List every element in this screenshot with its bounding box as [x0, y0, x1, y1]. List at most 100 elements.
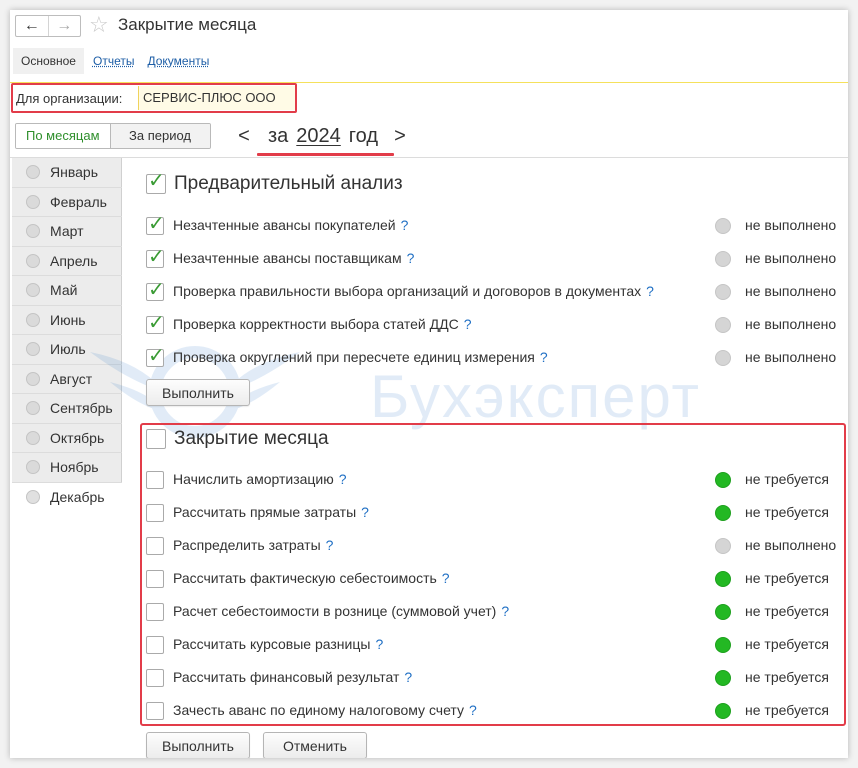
item-label[interactable]: Зачесть аванс по единому налоговому счет… [173, 702, 477, 718]
item-checkbox[interactable]: ✓ [146, 213, 165, 235]
help-icon[interactable]: ? [326, 537, 334, 553]
item-label[interactable]: Рассчитать прямые затраты? [173, 504, 369, 520]
organization-label: Для организации: [16, 91, 123, 106]
main-content: ✓ Предварительный анализ ✓ Незачтенные а… [122, 158, 848, 758]
item-label[interactable]: Незачтенные авансы покупателей? [173, 217, 408, 233]
help-icon[interactable]: ? [375, 636, 383, 652]
month-label: Февраль [50, 193, 107, 210]
month-item[interactable]: Август [12, 365, 122, 394]
item-checkbox[interactable] [146, 702, 164, 720]
item-checkbox[interactable]: ✓ [146, 246, 165, 268]
checkmark-icon: ✓ [148, 170, 165, 192]
run-preliminary-button[interactable]: Выполнить [146, 379, 250, 406]
month-item[interactable]: Май [12, 276, 122, 306]
tab-main[interactable]: Основное [13, 48, 84, 74]
item-label[interactable]: Рассчитать курсовые разницы? [173, 636, 383, 652]
status-dot-icon [715, 218, 731, 234]
status-dot-icon [715, 251, 731, 267]
mode-monthly-button[interactable]: По месяцам [16, 124, 110, 148]
status-dot-icon [715, 284, 731, 300]
tab-reports[interactable]: Отчеты [84, 48, 138, 74]
month-item[interactable]: Сентябрь [12, 394, 122, 424]
radio-icon [26, 430, 40, 445]
month-label: Октябрь [50, 429, 105, 446]
organization-input[interactable]: СЕРВИС-ПЛЮС ООО [138, 86, 295, 110]
item-label[interactable]: Рассчитать фактическую себестоимость? [173, 570, 450, 586]
item-checkbox[interactable] [146, 537, 164, 555]
item-label[interactable]: Распределить затраты? [173, 537, 333, 553]
cancel-closing-button[interactable]: Отменить [263, 732, 367, 758]
item-checkbox[interactable] [146, 570, 164, 588]
radio-icon [26, 253, 40, 268]
checkmark-icon: ✓ [148, 246, 165, 268]
history-nav: ← → [15, 15, 81, 37]
months-list: Январь Февраль Март Апрель Май Июнь Июль… [12, 158, 122, 738]
item-label[interactable]: Начислить амортизацию? [173, 471, 347, 487]
item-status: не выполнено [745, 537, 837, 553]
item-checkbox[interactable] [146, 603, 164, 621]
item-status: не требуется [745, 702, 829, 718]
radio-icon [26, 165, 40, 180]
help-icon[interactable]: ? [407, 250, 415, 266]
item-label[interactable]: Проверка корректности выбора статей ДДС? [173, 316, 471, 332]
month-item-selected[interactable]: Декабрь [12, 482, 122, 512]
forward-arrow-icon[interactable]: → [47, 16, 81, 36]
status-dot-icon [715, 472, 731, 488]
help-icon[interactable]: ? [339, 471, 347, 487]
month-item[interactable]: Июнь [12, 306, 122, 335]
item-status: не требуется [745, 603, 829, 619]
run-closing-button[interactable]: Выполнить [146, 732, 250, 758]
chevron-left-icon[interactable]: < [234, 125, 254, 148]
month-item[interactable]: Ноябрь [12, 453, 122, 483]
item-label[interactable]: Рассчитать финансовый результат? [173, 669, 412, 685]
status-dot-icon [715, 317, 731, 333]
item-label[interactable]: Незачтенные авансы поставщикам? [173, 250, 414, 266]
help-icon[interactable]: ? [501, 603, 509, 619]
month-item[interactable]: Январь [12, 158, 122, 188]
item-label[interactable]: Расчет себестоимости в рознице (суммовой… [173, 603, 509, 619]
item-checkbox[interactable] [146, 471, 164, 489]
month-item[interactable]: Июль [12, 335, 122, 365]
item-checkbox[interactable] [146, 669, 164, 687]
help-icon[interactable]: ? [442, 570, 450, 586]
item-status: не требуется [745, 471, 829, 487]
help-icon[interactable]: ? [401, 217, 409, 233]
radio-icon [26, 371, 40, 386]
favorite-star-icon[interactable]: ☆ [89, 13, 109, 37]
checkmark-icon: ✓ [148, 345, 165, 367]
month-item[interactable]: Февраль [12, 188, 122, 217]
item-status: не требуется [745, 504, 829, 520]
month-label: Январь [50, 164, 98, 181]
mode-range-button[interactable]: За период [109, 124, 210, 148]
year-value[interactable]: 2024 [292, 125, 345, 148]
tab-documents[interactable]: Документы [138, 48, 213, 74]
radio-icon [26, 312, 40, 327]
tab-bar: Основное Отчеты Документы [10, 46, 848, 76]
back-arrow-icon[interactable]: ← [16, 16, 48, 36]
item-label[interactable]: Проверка округлений при пересчете единиц… [173, 349, 548, 365]
help-icon[interactable]: ? [464, 316, 472, 332]
organization-field: Для организации: СЕРВИС-ПЛЮС ООО [11, 83, 297, 113]
chevron-right-icon[interactable]: > [390, 125, 410, 148]
status-dot-icon [715, 505, 731, 521]
help-icon[interactable]: ? [404, 669, 412, 685]
item-checkbox[interactable] [146, 636, 164, 654]
item-checkbox[interactable]: ✓ [146, 312, 165, 334]
month-item[interactable]: Октябрь [12, 424, 122, 453]
month-item[interactable]: Апрель [12, 247, 122, 276]
help-icon[interactable]: ? [646, 283, 654, 299]
item-status: не выполнено [745, 250, 837, 266]
help-icon[interactable]: ? [540, 349, 548, 365]
item-status: не выполнено [745, 316, 837, 332]
help-icon[interactable]: ? [361, 504, 369, 520]
help-icon[interactable]: ? [469, 702, 477, 718]
item-checkbox[interactable] [146, 504, 164, 522]
item-checkbox[interactable]: ✓ [146, 345, 165, 367]
month-label: Ноябрь [50, 459, 99, 476]
item-checkbox[interactable]: ✓ [146, 279, 165, 301]
status-dot-icon [715, 670, 731, 686]
month-item[interactable]: Март [12, 217, 122, 247]
item-label[interactable]: Проверка правильности выбора организаций… [173, 283, 654, 299]
closing-checkbox[interactable] [146, 429, 166, 449]
preliminary-checkbox[interactable]: ✓ [146, 170, 166, 194]
